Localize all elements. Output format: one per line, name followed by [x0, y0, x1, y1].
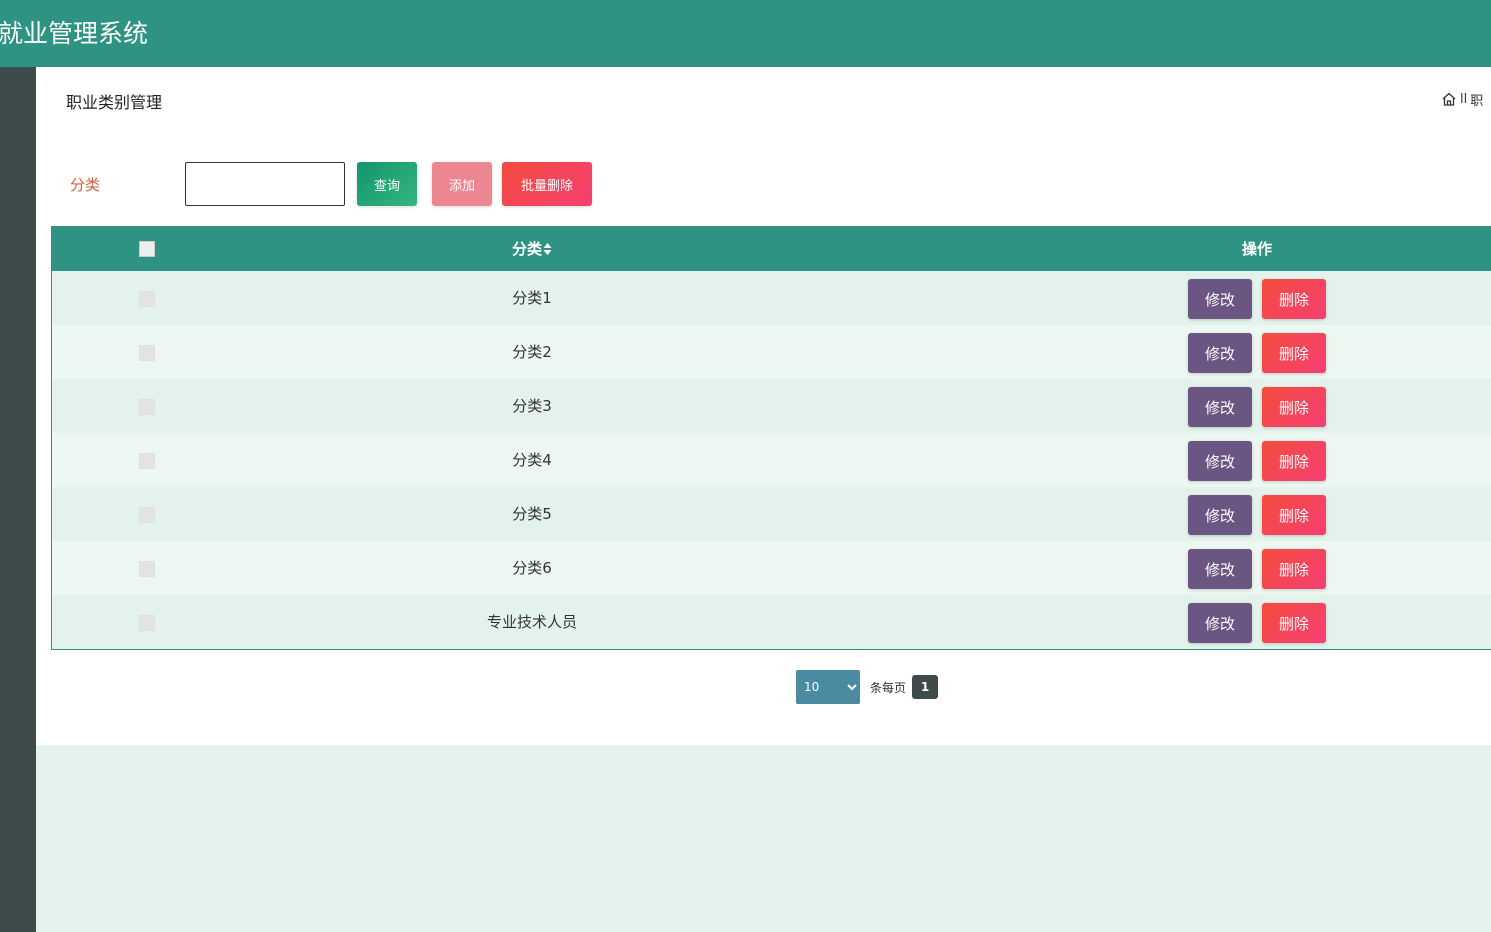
pagination: 10 条每页 1 [796, 670, 939, 704]
category-name: 专业技术人员 [486, 613, 577, 631]
app-title: 就业管理系统 [0, 19, 149, 48]
edit-button[interactable]: 修改 [1188, 333, 1252, 373]
category-table: 分类 操作 分类1 修改 删除 分类2 修改 删除 分类3 修改 删除 分类4 … [51, 226, 1491, 650]
breadcrumb: ll 职 [1441, 89, 1483, 109]
row-checkbox[interactable] [139, 345, 155, 361]
delete-button[interactable]: 删除 [1262, 603, 1326, 643]
category-name: 分类3 [512, 397, 552, 415]
column-header-category-label: 分类 [511, 240, 542, 258]
delete-button[interactable]: 删除 [1262, 387, 1326, 427]
category-name: 分类2 [512, 343, 552, 361]
table-row: 分类2 修改 删除 [52, 325, 1491, 379]
table-header: 分类 操作 [52, 227, 1491, 271]
row-checkbox[interactable] [139, 507, 155, 523]
row-checkbox[interactable] [139, 399, 155, 415]
breadcrumb-item[interactable]: 职 [1470, 90, 1483, 109]
row-checkbox[interactable] [139, 291, 155, 307]
breadcrumb-separator: ll [1460, 91, 1468, 107]
column-header-category[interactable]: 分类 [432, 227, 632, 271]
edit-button[interactable]: 修改 [1188, 495, 1252, 535]
search-input[interactable] [185, 162, 345, 206]
sort-icon[interactable] [543, 229, 552, 255]
edit-button[interactable]: 修改 [1188, 603, 1252, 643]
sidebar [0, 67, 36, 932]
top-header: 就业管理系统 [0, 0, 1491, 67]
main-area: 职业类别管理 ll 职 分类 查询 添加 批量删除 分类 操作 分类1 修改 删… [36, 67, 1491, 932]
bulk-delete-button[interactable]: 批量删除 [502, 162, 592, 206]
category-name: 分类4 [512, 451, 552, 469]
delete-button[interactable]: 删除 [1262, 495, 1326, 535]
select-all-checkbox[interactable] [139, 241, 155, 257]
row-checkbox[interactable] [139, 453, 155, 469]
edit-button[interactable]: 修改 [1188, 279, 1252, 319]
category-name: 分类5 [512, 505, 552, 523]
edit-button[interactable]: 修改 [1188, 387, 1252, 427]
delete-button[interactable]: 删除 [1262, 279, 1326, 319]
category-name: 分类6 [512, 559, 552, 577]
add-button[interactable]: 添加 [432, 162, 492, 206]
page-title: 职业类别管理 [66, 93, 163, 112]
column-header-operation: 操作 [1241, 240, 1272, 258]
table-row: 分类4 修改 删除 [52, 433, 1491, 487]
page-number-button[interactable]: 1 [912, 675, 939, 699]
table-row: 分类1 修改 删除 [52, 271, 1491, 325]
table-row: 分类3 修改 删除 [52, 379, 1491, 433]
search-label: 分类 [70, 176, 101, 194]
row-checkbox[interactable] [139, 615, 155, 631]
home-icon[interactable] [1441, 91, 1457, 107]
category-name: 分类1 [512, 289, 552, 307]
table-row: 分类5 修改 删除 [52, 487, 1491, 541]
delete-button[interactable]: 删除 [1262, 549, 1326, 589]
edit-button[interactable]: 修改 [1188, 441, 1252, 481]
query-button[interactable]: 查询 [357, 162, 417, 206]
per-page-label: 条每页 [870, 680, 907, 695]
row-checkbox[interactable] [139, 561, 155, 577]
delete-button[interactable]: 删除 [1262, 441, 1326, 481]
table-row: 专业技术人员 修改 删除 [52, 595, 1491, 649]
page-size-select[interactable]: 10 [796, 670, 860, 704]
content-panel: 职业类别管理 ll 职 分类 查询 添加 批量删除 分类 操作 分类1 修改 删… [36, 67, 1491, 745]
delete-button[interactable]: 删除 [1262, 333, 1326, 373]
table-row: 分类6 修改 删除 [52, 541, 1491, 595]
edit-button[interactable]: 修改 [1188, 549, 1252, 589]
